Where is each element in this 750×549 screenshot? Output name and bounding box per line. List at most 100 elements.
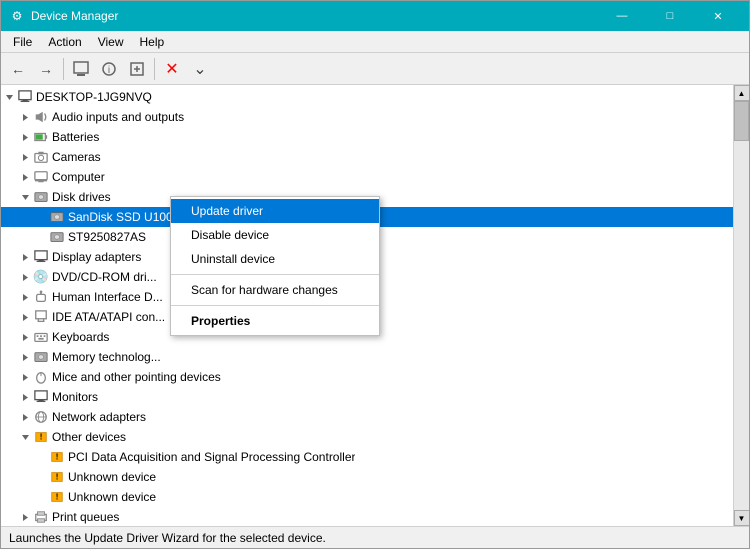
- tree-node-label: Audio inputs and outputs: [52, 110, 184, 124]
- tree-toggle-icon[interactable]: [17, 149, 33, 165]
- tree-node-icon: [33, 249, 49, 265]
- scroll-up-arrow[interactable]: ▲: [734, 85, 750, 101]
- context-menu-separator: [171, 274, 379, 275]
- tree-node-label: Monitors: [52, 390, 98, 404]
- svg-text:!: !: [56, 473, 59, 482]
- context-menu-item[interactable]: Disable device: [171, 223, 379, 247]
- toolbar-scan[interactable]: [124, 56, 150, 82]
- tree-item[interactable]: Monitors: [1, 387, 733, 407]
- tree-item[interactable]: !PCI Data Acquisition and Signal Process…: [1, 447, 733, 467]
- tree-toggle-icon[interactable]: [17, 309, 33, 325]
- tree-item[interactable]: Print queues: [1, 507, 733, 526]
- toolbar-properties[interactable]: [68, 56, 94, 82]
- tree-node-icon: [33, 309, 49, 325]
- tree-node-icon: [49, 209, 65, 225]
- toolbar: ← → i ✕ ⌄: [1, 53, 749, 85]
- close-button[interactable]: ✕: [695, 1, 741, 31]
- toolbar-update-driver[interactable]: i: [96, 56, 122, 82]
- tree-node-label: DVD/CD-ROM dri...: [52, 270, 157, 284]
- context-menu-item[interactable]: Update driver: [171, 199, 379, 223]
- title-bar-icon: ⚙: [9, 8, 25, 24]
- tree-toggle-icon: [33, 449, 49, 465]
- tree-toggle-icon[interactable]: [17, 169, 33, 185]
- toolbar-more[interactable]: ⌄: [187, 56, 213, 82]
- menu-help[interactable]: Help: [132, 33, 173, 51]
- tree-node-icon: [33, 349, 49, 365]
- tree-toggle-icon[interactable]: [17, 129, 33, 145]
- toolbar-sep-2: [154, 58, 155, 80]
- scroll-down-arrow[interactable]: ▼: [734, 510, 750, 526]
- tree-item[interactable]: Batteries: [1, 127, 733, 147]
- tree-toggle-icon[interactable]: [17, 429, 33, 445]
- tree-node-label: Memory technolog...: [52, 350, 161, 364]
- tree-node-icon: [33, 289, 49, 305]
- scroll-track[interactable]: [734, 101, 749, 510]
- tree-toggle-icon[interactable]: [1, 89, 17, 105]
- tree-item[interactable]: Computer: [1, 167, 733, 187]
- tree-node-label: Cameras: [52, 150, 101, 164]
- tree-toggle-icon[interactable]: [17, 409, 33, 425]
- svg-text:!: !: [40, 433, 43, 442]
- toolbar-forward[interactable]: →: [33, 56, 59, 82]
- tree-node-icon: [33, 189, 49, 205]
- tree-toggle-icon[interactable]: [17, 189, 33, 205]
- tree-toggle-icon: [33, 229, 49, 245]
- title-bar: ⚙ Device Manager — □ ✕: [1, 1, 749, 31]
- tree-node-label: Computer: [52, 170, 105, 184]
- svg-text:!: !: [56, 453, 59, 462]
- scroll-thumb[interactable]: [734, 101, 749, 141]
- tree-toggle-icon: [33, 209, 49, 225]
- scrollbar[interactable]: ▲ ▼: [733, 85, 749, 526]
- tree-toggle-icon[interactable]: [17, 509, 33, 525]
- context-menu-item[interactable]: Scan for hardware changes: [171, 278, 379, 302]
- tree-item[interactable]: DESKTOP-1JG9NVQ: [1, 87, 733, 107]
- tree-item[interactable]: !Unknown device: [1, 467, 733, 487]
- tree-node-label: Network adapters: [52, 410, 146, 424]
- menu-bar: File Action View Help: [1, 31, 749, 53]
- tree-node-label: DESKTOP-1JG9NVQ: [36, 90, 152, 104]
- tree-node-label: Unknown device: [68, 490, 156, 504]
- svg-text:!: !: [56, 493, 59, 502]
- tree-node-icon: [33, 369, 49, 385]
- tree-toggle-icon[interactable]: [17, 369, 33, 385]
- minimize-button[interactable]: —: [599, 1, 645, 31]
- tree-toggle-icon[interactable]: [17, 289, 33, 305]
- tree-node-label: Display adapters: [52, 250, 141, 264]
- maximize-button[interactable]: □: [647, 1, 693, 31]
- menu-view[interactable]: View: [90, 33, 132, 51]
- menu-file[interactable]: File: [5, 33, 40, 51]
- tree-node-icon: [33, 129, 49, 145]
- tree-item[interactable]: Network adapters: [1, 407, 733, 427]
- tree-item[interactable]: !Other devices: [1, 427, 733, 447]
- tree-node-icon: !: [49, 489, 65, 505]
- tree-toggle-icon[interactable]: [17, 329, 33, 345]
- tree-node-label: Keyboards: [52, 330, 109, 344]
- tree-toggle-icon[interactable]: [17, 109, 33, 125]
- tree-node-label: Disk drives: [52, 190, 111, 204]
- tree-toggle-icon[interactable]: [17, 389, 33, 405]
- title-bar-controls: — □ ✕: [599, 1, 741, 31]
- toolbar-back[interactable]: ←: [5, 56, 31, 82]
- context-menu-item[interactable]: Uninstall device: [171, 247, 379, 271]
- tree-node-icon: [33, 329, 49, 345]
- tree-item[interactable]: Memory technolog...: [1, 347, 733, 367]
- tree-item[interactable]: Cameras: [1, 147, 733, 167]
- tree-node-label: Human Interface D...: [52, 290, 163, 304]
- tree-node-icon: [33, 509, 49, 525]
- menu-action[interactable]: Action: [40, 33, 89, 51]
- context-menu: Update driverDisable deviceUninstall dev…: [170, 196, 380, 336]
- toolbar-disable[interactable]: ✕: [159, 56, 185, 82]
- tree-item[interactable]: Audio inputs and outputs: [1, 107, 733, 127]
- tree-toggle-icon[interactable]: [17, 249, 33, 265]
- tree-toggle-icon[interactable]: [17, 269, 33, 285]
- tree-toggle-icon: [33, 469, 49, 485]
- tree-item[interactable]: ! Unknown device: [1, 487, 733, 507]
- context-menu-item[interactable]: Properties: [171, 309, 379, 333]
- status-bar: Launches the Update Driver Wizard for th…: [1, 526, 749, 548]
- tree-toggle-icon[interactable]: [17, 349, 33, 365]
- tree-item[interactable]: Mice and other pointing devices: [1, 367, 733, 387]
- tree-node-icon: [33, 149, 49, 165]
- toolbar-sep-1: [63, 58, 64, 80]
- tree-node-icon: 💿: [33, 269, 49, 285]
- tree-node-icon: [49, 229, 65, 245]
